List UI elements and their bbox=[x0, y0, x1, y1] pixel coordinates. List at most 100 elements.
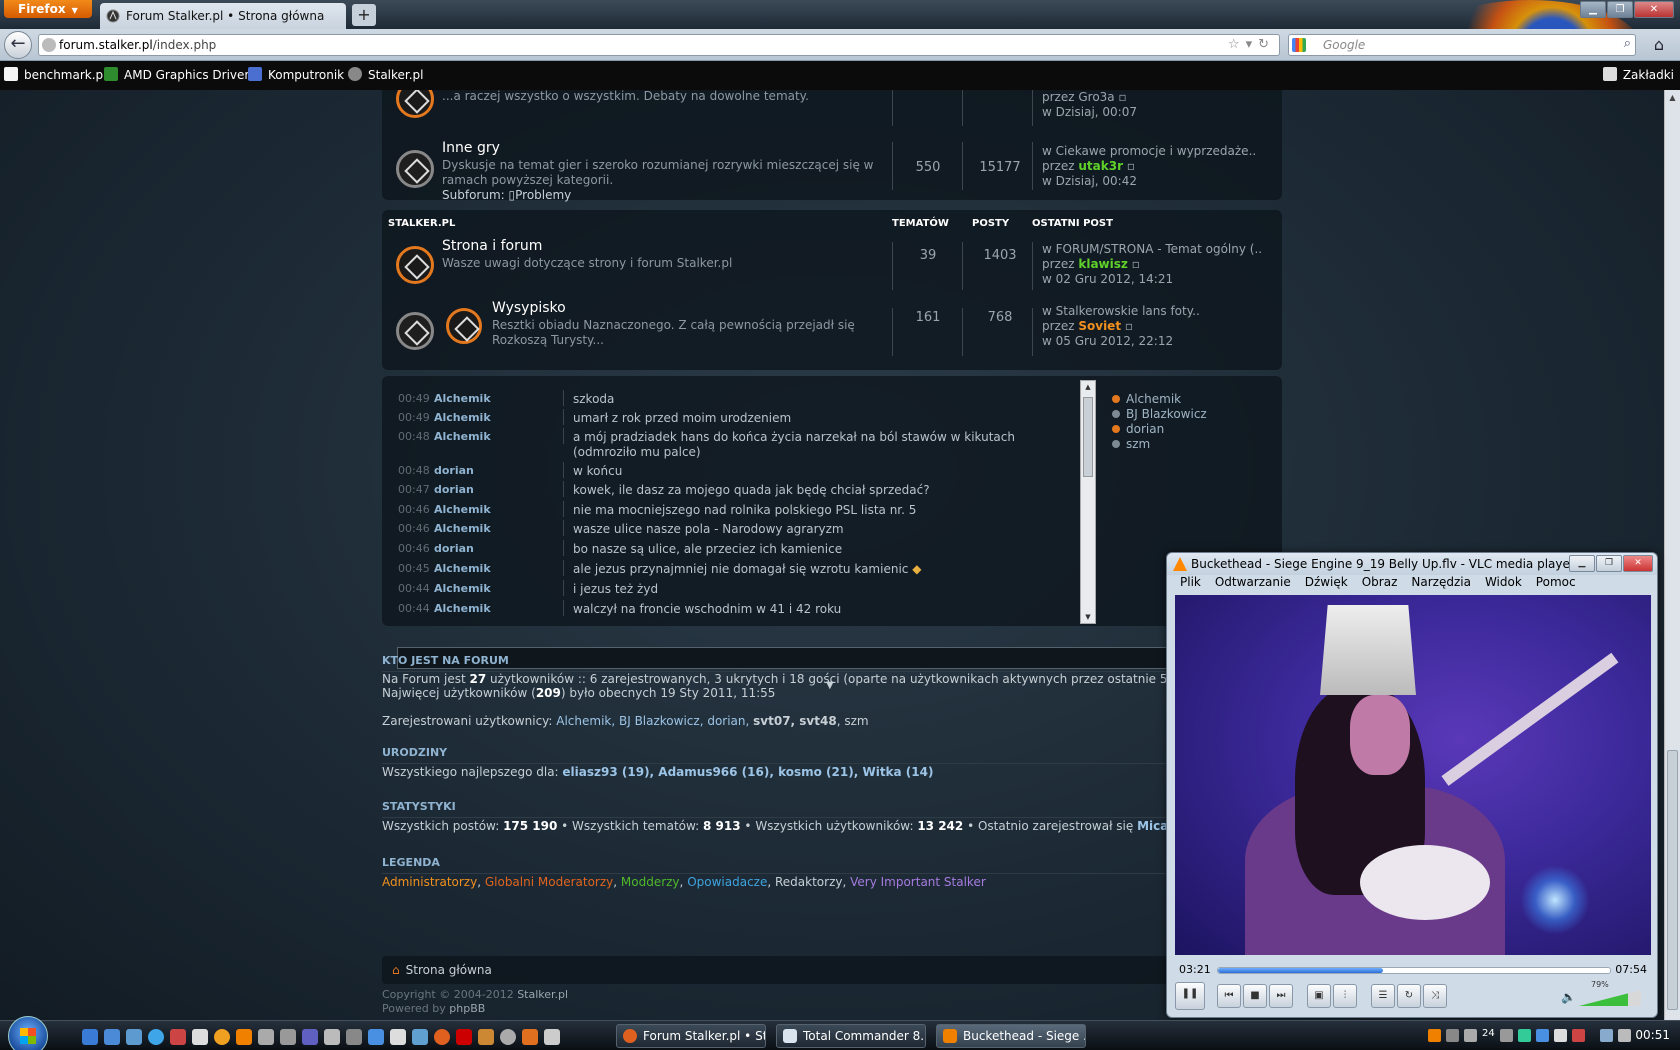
forum-title[interactable]: Inne gry bbox=[442, 140, 500, 156]
shout-user[interactable]: dorian bbox=[434, 483, 474, 496]
vlc-shuffle-button[interactable]: ⤨ bbox=[1423, 984, 1447, 1008]
vlc-menu-pomoc[interactable]: Pomoc bbox=[1536, 575, 1576, 589]
legend-storytellers[interactable]: Opowiadacze bbox=[687, 875, 767, 889]
legend-editors[interactable]: Redaktorzy bbox=[775, 875, 842, 889]
vlc-menu-widok[interactable]: Widok bbox=[1485, 575, 1522, 589]
vlc-loop-button[interactable]: ↻ bbox=[1397, 984, 1421, 1008]
app-icon[interactable] bbox=[280, 1029, 296, 1045]
app-icon[interactable] bbox=[544, 1029, 560, 1045]
site-identity-icon[interactable] bbox=[42, 38, 56, 52]
search-input[interactable]: Google ⌕ bbox=[1288, 34, 1636, 56]
dropdown-icon[interactable]: ▾ bbox=[1246, 37, 1259, 52]
app-icon[interactable] bbox=[214, 1029, 230, 1045]
vlc-seek-slider[interactable] bbox=[1217, 967, 1611, 974]
tray-icon[interactable] bbox=[1572, 1029, 1585, 1042]
app-icon[interactable] bbox=[170, 1029, 186, 1045]
forum-title[interactable]: Wysypisko bbox=[492, 300, 566, 316]
shout-user[interactable]: Alchemik bbox=[434, 392, 491, 405]
vlc-maximize-button[interactable]: ❐ bbox=[1596, 555, 1622, 572]
last-post-topic[interactable]: w Ciekawe promocje i wyprzedaże.. bbox=[1042, 144, 1256, 158]
legend-modders[interactable]: Modderzy bbox=[621, 875, 680, 889]
vlc-volume-slider[interactable] bbox=[1579, 990, 1641, 1006]
google-engine-icon[interactable] bbox=[1292, 38, 1306, 52]
shout-user[interactable]: dorian bbox=[434, 542, 474, 555]
quicklaunch-icon[interactable] bbox=[82, 1029, 98, 1045]
last-post-user[interactable]: utak3r bbox=[1078, 159, 1123, 173]
app-icon[interactable] bbox=[522, 1029, 538, 1045]
vlc-menu-plik[interactable]: Plik bbox=[1180, 575, 1201, 589]
forum-title[interactable]: Strona i forum bbox=[442, 238, 542, 254]
forum-row-inne-gry[interactable]: Inne gry Dyskusje na temat gier i szerok… bbox=[382, 134, 1282, 202]
copyright-link[interactable]: Stalker.pl bbox=[517, 988, 568, 1001]
ie-icon[interactable] bbox=[148, 1029, 164, 1045]
scroll-up-icon[interactable]: ▲ bbox=[1665, 90, 1680, 106]
taskbar-clock[interactable]: 00:51 bbox=[1635, 1028, 1670, 1042]
show-desktop-icon[interactable] bbox=[104, 1029, 120, 1045]
page-scroll-thumb[interactable] bbox=[1667, 750, 1678, 1010]
minimize-button[interactable]: ▁ bbox=[1580, 1, 1606, 18]
shoutbox-scrollbar[interactable]: ▲ ▼ bbox=[1080, 380, 1096, 624]
app-icon[interactable] bbox=[258, 1029, 274, 1045]
vlc-menu-narzedzia[interactable]: Narzędzia bbox=[1411, 575, 1471, 589]
firefox-icon[interactable] bbox=[434, 1029, 450, 1045]
network-icon[interactable] bbox=[1600, 1029, 1613, 1042]
vlc-video-area[interactable] bbox=[1175, 595, 1651, 955]
view-post-icon[interactable]: ▫ bbox=[1127, 159, 1135, 173]
vlc-playlist-button[interactable]: ☰ bbox=[1371, 984, 1395, 1008]
scroll-down-icon[interactable]: ▼ bbox=[1081, 613, 1095, 621]
online-user[interactable]: szm bbox=[1112, 437, 1207, 452]
bookmark-amd[interactable]: AMD Graphics Drivers bbox=[104, 67, 256, 82]
shout-user[interactable]: Alchemik bbox=[434, 503, 491, 516]
bookmarks-menu[interactable]: Zakładki bbox=[1602, 67, 1674, 82]
scroll-thumb[interactable] bbox=[1083, 397, 1093, 477]
tray-icon[interactable] bbox=[1554, 1029, 1567, 1042]
scroll-up-icon[interactable]: ▲ bbox=[1081, 383, 1095, 391]
vlc-menu-dzwiek[interactable]: Dźwięk bbox=[1305, 575, 1348, 589]
app-icon[interactable] bbox=[302, 1029, 318, 1045]
vlc-fullscreen-button[interactable]: ▣ bbox=[1307, 984, 1331, 1008]
app-icon[interactable] bbox=[192, 1029, 208, 1045]
app-icon[interactable] bbox=[368, 1029, 384, 1045]
back-button[interactable]: ← bbox=[4, 31, 32, 59]
maximize-button[interactable]: ❐ bbox=[1607, 1, 1633, 18]
registered-users-bold[interactable]: svt07, svt48 bbox=[753, 714, 837, 728]
volume-icon[interactable] bbox=[1618, 1029, 1631, 1042]
view-post-icon[interactable]: ▫ bbox=[1132, 257, 1140, 271]
url-bar[interactable]: forum.stalker.pl/index.php ☆▾↻ bbox=[38, 34, 1280, 56]
page-scrollbar[interactable]: ▲ ▼ bbox=[1664, 90, 1680, 1035]
legend-admin[interactable]: Administratorzy bbox=[382, 875, 477, 889]
app-icon[interactable] bbox=[500, 1029, 516, 1045]
explorer-icon[interactable] bbox=[126, 1029, 142, 1045]
tray-vlc-icon[interactable] bbox=[1428, 1029, 1441, 1042]
tray-icon[interactable] bbox=[1446, 1029, 1459, 1042]
shout-user[interactable]: Alchemik bbox=[434, 562, 491, 575]
vlc-icon[interactable] bbox=[236, 1029, 252, 1045]
registered-users-tail[interactable]: , szm bbox=[837, 714, 869, 728]
tray-icon[interactable] bbox=[1500, 1029, 1513, 1042]
reload-icon[interactable]: ↻ bbox=[1258, 37, 1275, 52]
tray-icon[interactable] bbox=[1536, 1029, 1549, 1042]
vlc-minimize-button[interactable]: ▁ bbox=[1569, 555, 1595, 572]
vlc-close-button[interactable]: ✕ bbox=[1623, 555, 1653, 572]
forum-row-offtopic[interactable]: ...a raczej wszystko o wszystkim. Debaty… bbox=[382, 90, 1282, 134]
bookmark-komputronik[interactable]: Komputronik bbox=[248, 67, 344, 82]
tray-icon[interactable] bbox=[1464, 1029, 1477, 1042]
online-user[interactable]: BJ Blazkowicz bbox=[1112, 407, 1207, 422]
taskbar-firefox[interactable]: Forum Stalker.pl • St... bbox=[616, 1024, 766, 1048]
vlc-pause-button[interactable]: ❚❚ bbox=[1175, 982, 1205, 1010]
app-icon[interactable] bbox=[456, 1029, 472, 1045]
shout-user[interactable]: Alchemik bbox=[434, 430, 491, 443]
last-post-topic[interactable]: w Stalkerowskie lans foty.. bbox=[1042, 304, 1200, 318]
birthday-users[interactable]: eliasz93 (19), Adamus966 (16), kosmo (21… bbox=[562, 765, 933, 779]
vlc-extended-settings-button[interactable]: ⫶ bbox=[1333, 984, 1357, 1008]
bookmark-star-icon[interactable]: ☆ bbox=[1228, 37, 1246, 52]
shout-user[interactable]: Alchemik bbox=[434, 411, 491, 424]
app-icon[interactable] bbox=[412, 1029, 428, 1045]
home-button[interactable]: ⌂ bbox=[1648, 35, 1670, 55]
registered-users[interactable]: Alchemik, BJ Blazkowicz, dorian, bbox=[556, 714, 753, 728]
breadcrumb-home-link[interactable]: Strona główna bbox=[406, 963, 492, 977]
vlc-menu-obraz[interactable]: Obraz bbox=[1362, 575, 1398, 589]
start-button[interactable] bbox=[8, 1016, 48, 1050]
phpbb-link[interactable]: phpBB bbox=[449, 1002, 485, 1015]
steam-icon[interactable] bbox=[324, 1029, 340, 1045]
